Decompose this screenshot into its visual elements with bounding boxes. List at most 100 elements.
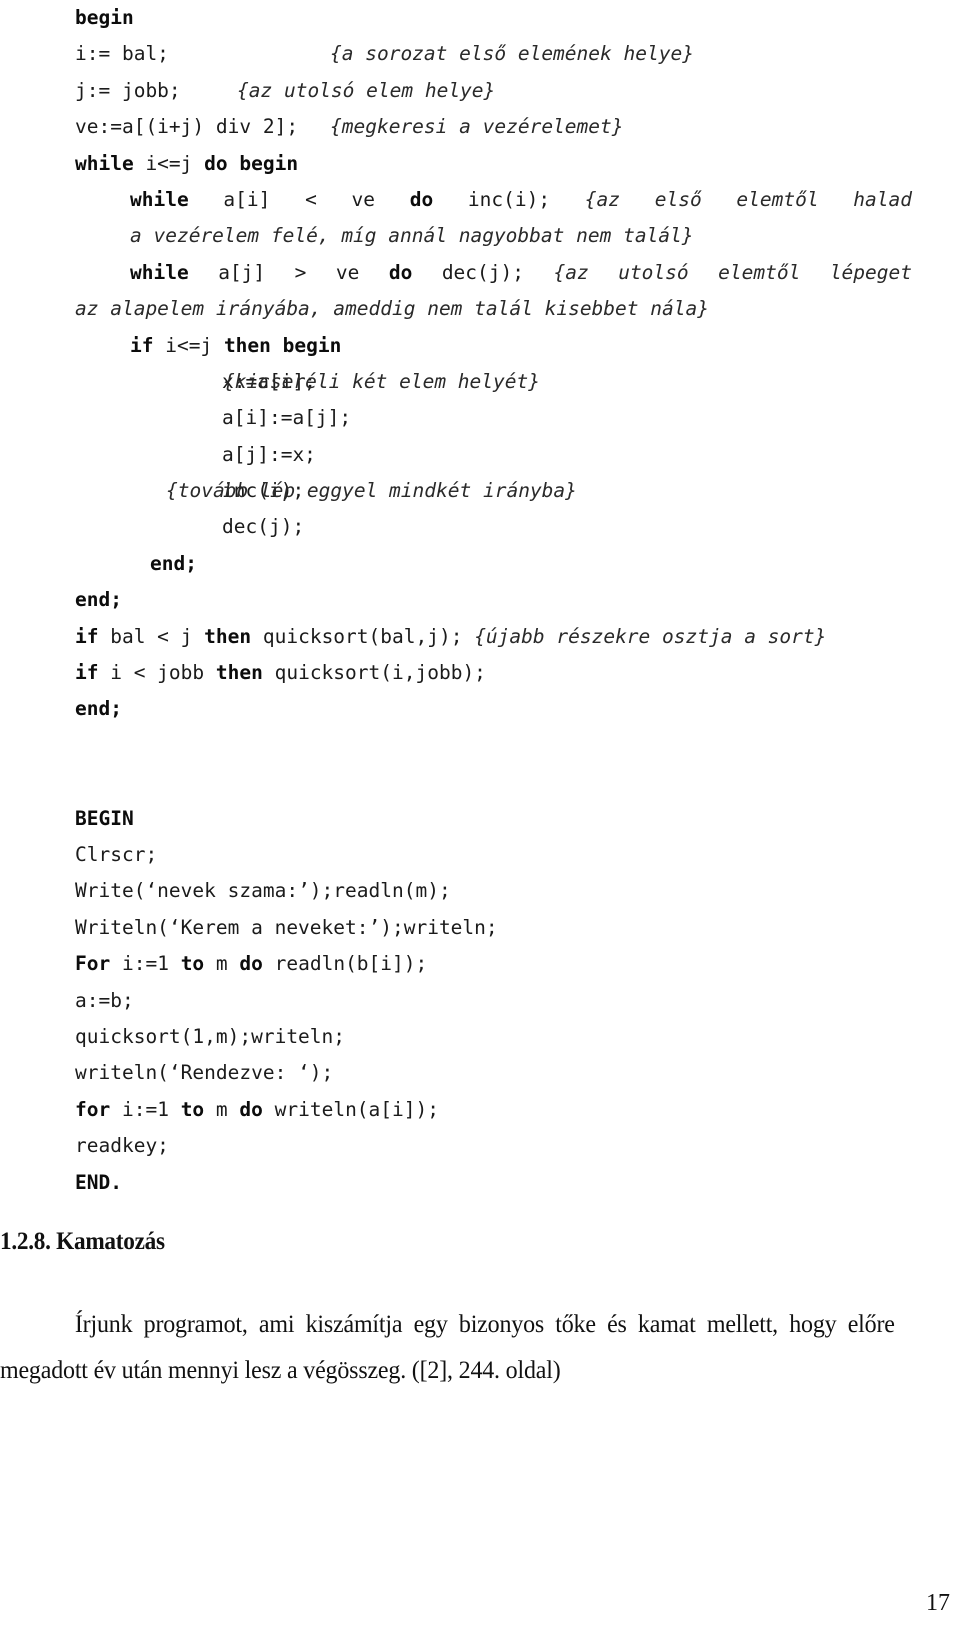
code-statement: quicksort(1,m);writeln; [75,1025,345,1048]
code-statement: BEGIN [75,807,134,830]
code-line: BEGIN [0,801,960,837]
code-token: if [75,661,99,685]
code-token: quicksort(1,m);writeln; [75,1024,346,1048]
code-line: while i<=j do begin [0,146,960,182]
code-token: Write(‘nevek szama:’);readln(m); [75,879,451,903]
code-token: a:=b; [75,988,134,1012]
code-statement: Clrscr; [75,843,157,866]
code-line: end; [0,691,960,727]
code-token: writeln(‘Rendezve: ‘); [75,1061,334,1085]
code-token: to [180,952,205,976]
code-line: inc(i); {tovább lép eggyel mindkét irányb… [0,473,960,509]
code-line: dec(j); [0,509,960,545]
code-line: az alapelem irányába, ameddig nem talál … [0,291,960,327]
pascal-code-listing: begin i:= bal; {a sorozat első elemének he… [0,0,960,1201]
code-comment: {tovább lép eggyel mindkét irányba} [166,479,577,503]
code-token: j:= jobb; [75,78,181,102]
code-token: bal < j [98,624,205,648]
code-statement: Write(‘nevek szama:’);readln(m); [75,879,451,902]
code-comment: {kicseréli két elem helyét} [223,369,540,393]
code-token: if [75,624,99,648]
code-token: a[j]:=x; [222,442,316,466]
code-token: Clrscr; [75,842,158,866]
code-line: while a[i] < ve do inc(i); {az első elemtől halad [0,182,960,218]
code-token: while [130,187,189,211]
code-token: halad [853,187,912,211]
code-token: i<=j [133,151,205,175]
code-token: m [204,1097,240,1121]
code-statement: a vezérelem felé, míg annál nagyobbat ne… [130,224,694,247]
code-token: inc(i); [467,187,551,211]
code-statement: if bal < j then quicksort(bal,j); {újabb… [75,625,826,648]
code-token: quicksort(i,jobb); [262,661,486,685]
code-line: writeln(‘Rendezve: ‘); [0,1055,960,1091]
code-token: end; [75,697,122,721]
code-statement: readkey; [75,1134,169,1157]
code-token: For [75,952,111,976]
code-token: ve:=a[(i+j) div 2]; [75,115,299,139]
code-token: ve [335,260,360,284]
code-token: i:=1 [110,952,181,976]
document-page: begin i:= bal; {a sorozat első elemének he… [0,0,960,1649]
code-token: BEGIN [75,806,134,830]
code-token: end; [150,551,197,575]
code-line: i:= bal; {a sorozat első elemének helye} [0,36,960,72]
code-token: > [294,260,307,284]
code-statement: end; [75,697,122,720]
section-paragraph: Írjunk programot, ami kiszámítja egy biz… [0,1311,895,1384]
code-token: az alapelem irányába, ameddig nem talál … [75,297,709,321]
code-line: a:=b; [0,983,960,1019]
code-token: {az [584,187,621,211]
section-heading: 1.2.8. Kamatozás [0,1228,165,1255]
code-token: do begin [204,151,299,175]
code-statement: a:=b; [75,989,134,1012]
code-line: end; [0,582,960,618]
code-line: begin [0,0,960,36]
code-comment: {az utolsó elem helye} [237,78,496,102]
code-token: quicksort(bal,j); [251,624,475,648]
code-line: ve:=a[(i+j) div 2]; {megkeresi a vezérele… [0,109,960,145]
code-line: a[j]:=x; [0,437,960,473]
code-token: m [204,952,240,976]
code-statement: a[i]:=a[j]; [222,406,351,429]
code-statement: For i:=1 to m do readln(b[i]); [75,952,427,975]
code-token: then [204,624,252,648]
code-token: lépeget [829,260,912,284]
code-token: to [180,1097,205,1121]
code-comment: {a sorozat első elemének helye} [330,42,694,66]
code-line: for i:=1 to m do writeln(a[i]); [0,1092,960,1128]
code-token: do [388,260,413,284]
code-token: for [75,1097,111,1121]
code-token: begin [75,6,134,29]
code-token: elemtől [718,260,801,284]
code-statement: ve:=a[(i+j) div 2]; [75,115,298,138]
code-token: i<=j [153,333,224,357]
code-line: For i:=1 to m do readln(b[i]); [0,946,960,982]
code-token: do [409,187,434,211]
code-token: while [130,260,189,284]
code-statement: Writeln(‘Kerem a neveket:’);writeln; [75,916,498,939]
code-statement: if i<=j then begin [130,334,341,357]
code-token: < [305,187,317,211]
code-token: while [75,151,134,175]
code-token: utolsó [618,260,689,284]
code-statement: end; [150,552,197,575]
code-token: a vezérelem felé, míg annál nagyobbat ne… [130,224,694,248]
code-statement: for i:=1 to m do writeln(a[i]); [75,1098,439,1121]
code-line: if bal < j then quicksort(bal,j); {újabb… [0,619,960,655]
code-line: if i < jobb then quicksort(i,jobb); [0,655,960,691]
code-token: dec(j); [441,260,524,284]
code-token: do [239,1097,263,1121]
code-token: Writeln(‘Kerem a neveket:’);writeln; [75,915,498,939]
code-statement: begin [75,6,134,29]
code-statement: dec(j); [222,515,304,538]
code-token: do [239,952,263,976]
code-token: then [215,661,263,685]
code-token: end; [75,588,122,612]
code-token: {újabb részekre osztja a sort} [474,624,827,648]
code-statement: az alapelem irányába, ameddig nem talál … [75,297,709,320]
code-token: a[i]:=a[j]; [222,406,352,430]
code-line: j:= jobb; {az utolsó elem helye} [0,73,960,109]
code-token: i:= bal; [75,42,169,66]
